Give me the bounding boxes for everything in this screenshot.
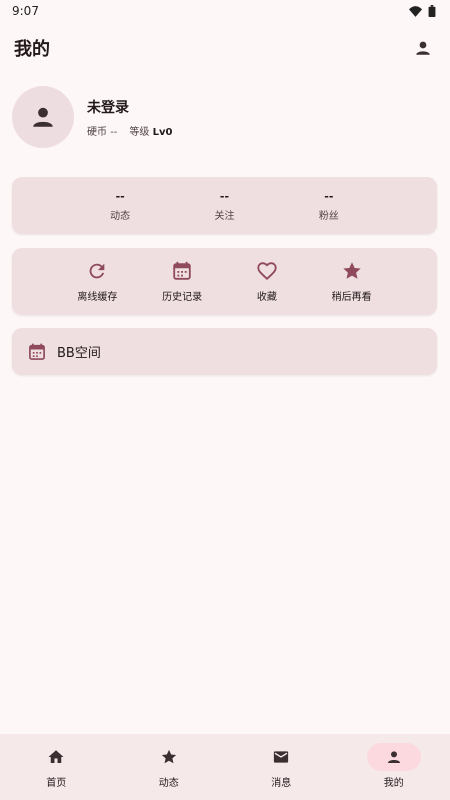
star-icon xyxy=(342,262,361,279)
stat-value: -- xyxy=(219,189,230,203)
nav-icon-container xyxy=(142,743,196,771)
level-info: 等级 Lv0 xyxy=(129,123,172,138)
profile-info: 未登录 硬币 -- 等级 Lv0 xyxy=(87,97,172,138)
calendar-icon xyxy=(173,261,191,280)
page-title: 我的 xyxy=(14,39,50,60)
stat-following[interactable]: -- 关注 xyxy=(172,190,276,222)
nav-label: 首页 xyxy=(46,778,67,789)
quick-actions-card: 离线缓存 历史记录 收藏 稍后再看 xyxy=(12,248,437,315)
wifi-icon xyxy=(409,5,422,17)
avatar[interactable] xyxy=(12,86,74,148)
battery-icon xyxy=(428,5,436,17)
level-label: 等级 xyxy=(129,126,150,138)
nav-label: 消息 xyxy=(271,778,292,789)
nav-icon-container xyxy=(29,743,83,771)
stat-value: -- xyxy=(324,189,334,203)
action-label: 离线缓存 xyxy=(77,292,118,303)
stat-dynamics[interactable]: -- 动态 xyxy=(68,190,172,222)
avatar-person-icon xyxy=(33,107,53,127)
account-button[interactable] xyxy=(410,35,436,61)
action-label: 历史记录 xyxy=(162,292,203,303)
offline-cache-button[interactable]: 离线缓存 xyxy=(55,260,140,303)
heart-icon xyxy=(257,262,277,281)
nav-item-messages[interactable]: 消息 xyxy=(225,743,337,800)
profile-meta: 硬币 -- 等级 Lv0 xyxy=(87,123,172,138)
watch-later-button[interactable]: 稍后再看 xyxy=(309,260,394,303)
mail-icon xyxy=(274,751,289,763)
action-label: 稍后再看 xyxy=(331,292,372,303)
status-time: 9:07 xyxy=(12,4,39,18)
favorites-button[interactable]: 收藏 xyxy=(225,260,310,303)
status-icons xyxy=(409,5,436,17)
status-bar: 9:07 xyxy=(0,0,450,22)
home-icon xyxy=(48,750,64,763)
nav-item-home[interactable]: 首页 xyxy=(0,743,112,800)
stat-label: 关注 xyxy=(214,210,235,222)
username: 未登录 xyxy=(87,99,129,116)
nav-icon-container xyxy=(366,743,421,771)
nav-item-mine[interactable]: 我的 xyxy=(338,743,450,800)
bottom-nav: 首页 动态 消息 我的 xyxy=(0,734,450,800)
app-bar: 我的 xyxy=(0,28,450,68)
coins-value: -- xyxy=(110,126,118,138)
person-icon xyxy=(387,751,400,763)
stat-label: 粉丝 xyxy=(318,210,339,222)
bb-space-button[interactable]: BB空间 xyxy=(12,328,437,375)
history-button[interactable]: 历史记录 xyxy=(140,260,225,303)
nav-label: 动态 xyxy=(158,778,179,789)
stat-label: 动态 xyxy=(110,210,131,222)
person-icon xyxy=(416,41,430,55)
nav-item-dynamics[interactable]: 动态 xyxy=(113,743,225,800)
level-value: Lv0 xyxy=(152,126,173,138)
nav-icon-container xyxy=(254,743,308,771)
action-label: 收藏 xyxy=(256,292,277,303)
stat-value: -- xyxy=(115,189,125,203)
calendar-icon xyxy=(29,343,45,360)
profile-header[interactable]: 未登录 硬币 -- 等级 Lv0 xyxy=(12,86,432,148)
stat-followers[interactable]: -- 粉丝 xyxy=(277,190,381,222)
coins-label: 硬币 xyxy=(87,126,107,138)
stats-card: -- 动态 -- 关注 -- 粉丝 xyxy=(12,177,437,234)
nav-label: 我的 xyxy=(383,778,404,789)
coins-info: 硬币 -- xyxy=(87,123,117,138)
star-icon xyxy=(161,749,176,764)
refresh-icon xyxy=(89,263,105,279)
bb-space-label: BB空间 xyxy=(57,346,101,361)
